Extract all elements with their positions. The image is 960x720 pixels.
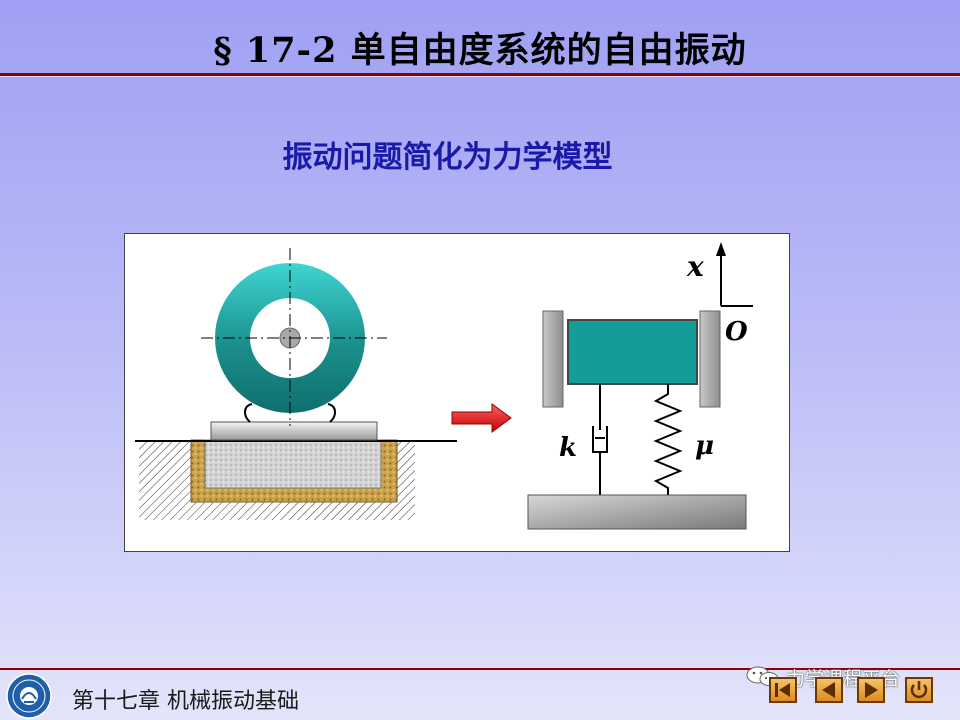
next-icon: [865, 682, 878, 698]
return-icon: [910, 681, 928, 699]
university-logo: [6, 673, 52, 719]
nav-prev-button[interactable]: [815, 677, 843, 703]
mechanics-model-figure: x O k μ: [124, 233, 790, 552]
machine-foot-left: [244, 403, 253, 423]
nav-next-button[interactable]: [857, 677, 885, 703]
guide-right: [699, 310, 721, 408]
label-mu: μ: [695, 431, 714, 461]
concrete-block: [204, 439, 382, 489]
figure-drawing: x O k μ: [135, 242, 753, 530]
label-origin: O: [725, 317, 748, 347]
machine-foot-right: [327, 403, 336, 423]
transform-arrow: [451, 403, 512, 433]
base-plate: [210, 421, 378, 441]
machine-foundation-illustration: [135, 248, 457, 520]
spring-coil: [653, 384, 683, 496]
model-base: [527, 494, 747, 530]
mass-block: [567, 319, 698, 385]
slide-subtitle: 振动问题简化为力学模型: [282, 140, 613, 175]
chapter-footer: 第十七章 机械振动基础: [72, 689, 299, 714]
label-k: k: [559, 433, 577, 463]
label-x: x: [686, 250, 704, 283]
slide-title: § 17-2 单自由度系统的自由振动: [213, 30, 747, 71]
guide-left: [542, 310, 564, 408]
nav-first-button[interactable]: [769, 677, 797, 703]
mass-spring-damper-model: [527, 242, 753, 530]
title-divider-highlight: [0, 76, 960, 77]
prev-icon: [822, 682, 835, 698]
slide-background: § 17-2 单自由度系统的自由振动 振动问题简化为力学模型 x O k μ 第…: [0, 0, 960, 720]
x-axis-arrowhead: [716, 242, 726, 256]
nav-return-button[interactable]: [905, 677, 933, 703]
first-icon: [775, 683, 790, 697]
